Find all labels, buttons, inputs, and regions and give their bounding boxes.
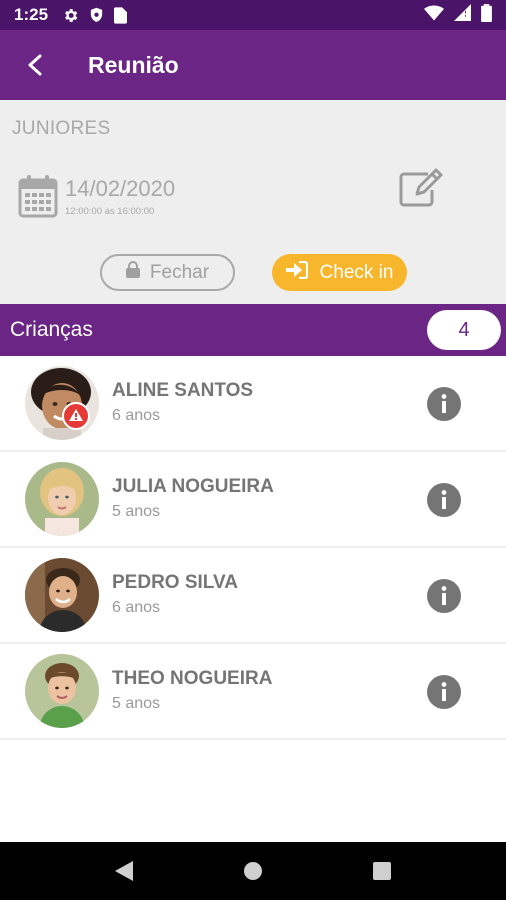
kids-title: Crianças <box>10 318 93 341</box>
close-button[interactable]: Fechar <box>100 254 235 291</box>
list-item[interactable]: PEDRO SILVA 6 anos <box>0 548 506 644</box>
avatar <box>25 654 99 728</box>
page-title: Reunião <box>88 51 179 78</box>
sim-card-icon <box>114 6 128 24</box>
kid-name: ALINE SANTOS <box>112 380 254 401</box>
kid-name: PEDRO SILVA <box>112 572 238 593</box>
kid-age: 6 anos <box>112 599 161 616</box>
kid-name: JULIA NOGUEIRA <box>112 476 274 497</box>
kid-age: 5 anos <box>112 695 161 712</box>
navigation-bar <box>0 842 506 900</box>
recents-square-icon[interactable] <box>362 851 402 891</box>
gear-icon <box>62 7 79 24</box>
info-icon[interactable] <box>427 483 461 517</box>
calendar-icon <box>18 174 58 223</box>
list-item[interactable]: ALINE SANTOS 6 anos <box>0 356 506 452</box>
home-circle-icon[interactable] <box>233 851 273 891</box>
kid-name: THEO NOGUEIRA <box>112 668 273 689</box>
lock-icon <box>125 261 140 284</box>
close-button-label: Fechar <box>149 261 210 283</box>
kids-list: ALINE SANTOS 6 anos JULIA NOGUEIRA 5 ano… <box>0 356 506 740</box>
info-icon[interactable] <box>427 579 461 613</box>
kid-age: 6 anos <box>112 407 161 424</box>
meeting-time-range: 12:00:00 às 16:00:00 <box>65 206 155 217</box>
kid-age: 5 anos <box>112 503 161 520</box>
info-icon[interactable] <box>427 387 461 421</box>
sign-in-icon <box>285 260 308 285</box>
list-item[interactable]: THEO NOGUEIRA 5 anos <box>0 644 506 740</box>
back-triangle-icon[interactable] <box>104 851 144 891</box>
status-time: 1:25 <box>14 5 49 24</box>
kids-count-badge: 4 <box>427 310 501 350</box>
meeting-date: 14/02/2020 <box>65 176 176 201</box>
kids-header: Crianças 4 <box>0 304 506 356</box>
shield-icon <box>89 7 104 24</box>
signal-icon <box>454 4 471 26</box>
wifi-icon <box>424 5 444 26</box>
list-item[interactable]: JULIA NOGUEIRA 5 anos <box>0 452 506 548</box>
edit-icon[interactable] <box>398 168 444 213</box>
checkin-button[interactable]: Check in <box>272 254 407 291</box>
status-bar: 1:25 <box>0 0 506 30</box>
avatar <box>25 558 99 632</box>
info-icon[interactable] <box>427 675 461 709</box>
meeting-card: JUNIORES 14/02/2020 12:00:00 às 16:00:00… <box>0 100 506 304</box>
avatar <box>25 462 99 536</box>
battery-icon <box>481 3 492 27</box>
back-arrow-icon[interactable] <box>0 30 70 100</box>
warning-icon <box>62 402 90 430</box>
group-name: JUNIORES <box>12 118 111 139</box>
app-bar: Reunião <box>0 30 506 100</box>
checkin-button-label: Check in <box>319 261 394 283</box>
